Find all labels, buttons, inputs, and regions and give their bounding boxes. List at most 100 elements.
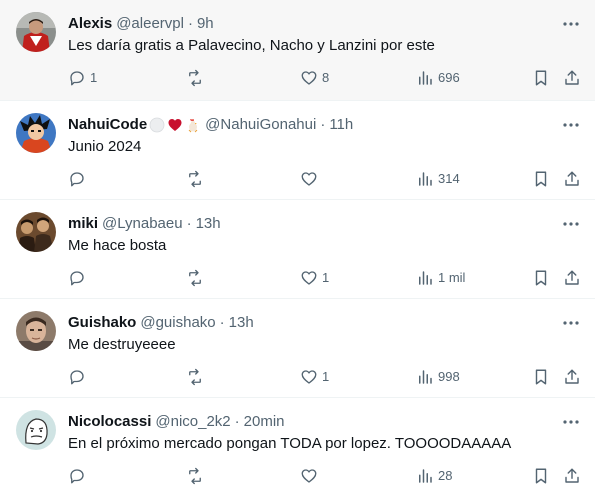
user-avatar[interactable] xyxy=(16,212,56,252)
more-options-icon[interactable] xyxy=(561,115,581,135)
share-button[interactable] xyxy=(563,464,581,488)
share-icon xyxy=(565,270,579,285)
tweet-header: miki @Lynabaeu · 13h xyxy=(68,214,221,234)
views-button[interactable]: 28 xyxy=(416,464,452,488)
tweet-actions: 314 xyxy=(0,167,595,191)
retweet-button[interactable] xyxy=(186,167,208,191)
tweet[interactable]: Alexis @aleervpl · 9h Les daría gratis a… xyxy=(0,0,595,101)
share-button[interactable] xyxy=(563,266,581,290)
bookmark-icon xyxy=(535,468,547,484)
reply-button[interactable] xyxy=(68,464,90,488)
bookmark-button[interactable] xyxy=(532,167,550,191)
bar-chart-icon xyxy=(419,469,432,483)
view-count: 1 mil xyxy=(438,270,466,285)
tweet-header: Guishako @guishako · 13h xyxy=(68,313,254,333)
avatar-anime-character-icon xyxy=(16,113,56,153)
share-button[interactable] xyxy=(563,365,581,389)
tweet-actions: 28 xyxy=(0,464,595,488)
bookmark-icon xyxy=(535,270,547,286)
tweet-actions: 1 8 696 xyxy=(0,66,595,90)
more-options-icon[interactable] xyxy=(561,412,581,432)
display-name[interactable]: Guishako xyxy=(68,313,136,333)
user-handle[interactable]: @NahuiGonahui xyxy=(205,115,316,135)
rooster-icon xyxy=(188,119,198,133)
bookmark-button[interactable] xyxy=(532,266,550,290)
tweet-header: Nicolocassi @nico_2k2 · 20min xyxy=(68,412,285,432)
reply-button[interactable] xyxy=(68,167,90,191)
view-count: 696 xyxy=(438,70,460,85)
share-button[interactable] xyxy=(563,66,581,90)
user-handle[interactable]: @Lynabaeu xyxy=(102,214,183,234)
retweet-icon xyxy=(189,170,201,188)
reply-button[interactable] xyxy=(68,365,90,389)
views-button[interactable]: 998 xyxy=(416,365,460,389)
heart-icon xyxy=(301,370,317,384)
user-avatar[interactable] xyxy=(16,113,56,153)
user-handle[interactable]: @aleervpl xyxy=(116,14,184,34)
tweet[interactable]: NahuiCode @NahuiGonahui · 11h Junio 2024 xyxy=(0,101,595,200)
user-avatar[interactable] xyxy=(16,410,56,450)
like-button[interactable]: 1 xyxy=(300,365,329,389)
share-button[interactable] xyxy=(563,167,581,191)
bookmark-icon xyxy=(535,369,547,385)
bar-chart-icon xyxy=(419,370,432,384)
avatar-red-jersey-icon xyxy=(16,12,56,52)
tweet-text: Me hace bosta xyxy=(68,237,167,254)
tweet[interactable]: miki @Lynabaeu · 13h Me hace bosta 1 1 m… xyxy=(0,200,595,299)
reply-button[interactable] xyxy=(68,266,90,290)
retweet-button[interactable] xyxy=(186,365,208,389)
timestamp[interactable]: 9h xyxy=(197,14,214,34)
views-button[interactable]: 1 mil xyxy=(416,266,465,290)
tweet-text: Me destruyeeee xyxy=(68,336,176,353)
like-button[interactable] xyxy=(300,464,322,488)
like-button[interactable] xyxy=(300,167,322,191)
like-button[interactable]: 1 xyxy=(300,266,329,290)
tweet[interactable]: Guishako @guishako · 13h Me destruyeeee … xyxy=(0,299,595,398)
bookmark-button[interactable] xyxy=(532,66,550,90)
bookmark-button[interactable] xyxy=(532,365,550,389)
bookmark-button[interactable] xyxy=(532,464,550,488)
tweet-text: Junio 2024 xyxy=(68,138,142,155)
reply-button[interactable]: 1 xyxy=(68,66,97,90)
reply-icon xyxy=(70,172,84,187)
more-options-icon[interactable] xyxy=(561,14,581,34)
views-button[interactable]: 314 xyxy=(416,167,460,191)
display-name[interactable]: NahuiCode xyxy=(68,115,147,135)
user-avatar[interactable] xyxy=(16,311,56,351)
like-button[interactable]: 8 xyxy=(300,66,329,90)
more-options-icon[interactable] xyxy=(561,214,581,234)
reply-count: 1 xyxy=(90,70,98,85)
display-name[interactable]: miki xyxy=(68,214,98,234)
timestamp[interactable]: 13h xyxy=(229,313,254,333)
share-icon xyxy=(565,171,579,186)
display-name[interactable]: Nicolocassi xyxy=(68,412,151,432)
bookmark-icon xyxy=(535,171,547,187)
avatar-face-photo-icon xyxy=(16,311,56,351)
tweet-header: Alexis @aleervpl · 9h xyxy=(68,14,214,34)
separator: · xyxy=(187,15,193,32)
display-name[interactable]: Alexis xyxy=(68,14,112,34)
user-handle[interactable]: @guishako xyxy=(140,313,215,333)
more-options-icon[interactable] xyxy=(561,313,581,333)
name-emojis xyxy=(149,117,201,133)
tweet-header: NahuiCode @NahuiGonahui · 11h xyxy=(68,115,353,135)
reply-feed: Alexis @aleervpl · 9h Les daría gratis a… xyxy=(0,0,595,495)
share-icon xyxy=(565,369,579,384)
timestamp[interactable]: 13h xyxy=(196,214,221,234)
timestamp[interactable]: 20min xyxy=(244,412,285,432)
avatar-meme-face-icon xyxy=(16,410,56,450)
tweet[interactable]: Nicolocassi @nico_2k2 · 20min En el próx… xyxy=(0,398,595,495)
retweet-icon xyxy=(189,467,201,485)
views-button[interactable]: 696 xyxy=(416,66,460,90)
heart-icon xyxy=(301,271,317,285)
timestamp[interactable]: 11h xyxy=(329,115,353,135)
user-avatar[interactable] xyxy=(16,12,56,52)
retweet-button[interactable] xyxy=(186,464,208,488)
separator: · xyxy=(320,116,326,133)
user-handle[interactable]: @nico_2k2 xyxy=(155,412,230,432)
retweet-icon xyxy=(189,69,201,87)
tweet-actions: 1 1 mil xyxy=(0,266,595,290)
separator: · xyxy=(186,215,192,232)
retweet-button[interactable] xyxy=(186,66,208,90)
retweet-button[interactable] xyxy=(186,266,208,290)
